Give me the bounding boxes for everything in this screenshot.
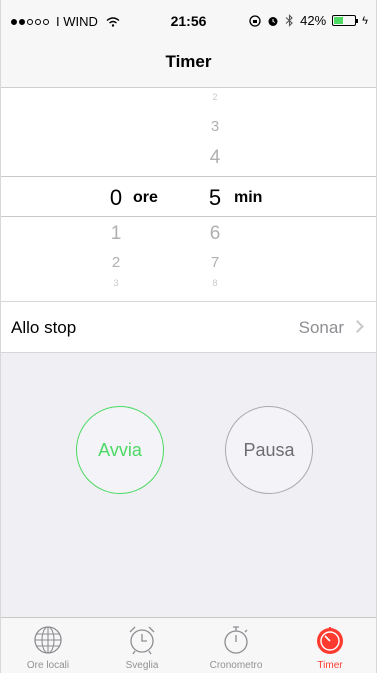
charging-icon: ϟ <box>362 14 368 27</box>
minutes-option: 4 <box>209 147 221 168</box>
globe-icon <box>34 626 62 654</box>
tab-label: Cronometro <box>209 660 263 671</box>
when-timer-ends-row[interactable]: Allo stop Sonar <box>1 301 376 353</box>
tab-timer[interactable]: Timer <box>283 618 376 673</box>
hours-selected: 0 <box>109 185 123 210</box>
hours-option: 2 <box>111 254 121 271</box>
picker-selection-band <box>1 176 376 217</box>
bluetooth-icon <box>285 14 293 27</box>
battery-percent: 42% <box>300 13 327 28</box>
phone-screen: I WIND 21:56 42% ϟ Timer 0 ore 1 2 3 2 3… <box>0 0 377 673</box>
nav-bar: Timer <box>1 36 376 88</box>
hours-option: 3 <box>113 278 119 288</box>
pause-button[interactable]: Pausa <box>225 406 313 494</box>
tab-label: Sveglia <box>125 660 159 671</box>
minutes-unit-label: min <box>234 189 263 206</box>
minutes-option: 7 <box>210 254 220 271</box>
tab-alarm[interactable]: Sveglia <box>95 618 189 673</box>
start-button[interactable]: Avvia <box>76 406 164 494</box>
minutes-selected: 5 <box>208 185 222 210</box>
status-right: 42% ϟ <box>249 13 368 28</box>
stopwatch-icon <box>224 626 248 654</box>
when-timer-ends-label: Allo stop <box>11 318 77 337</box>
minutes-option: 2 <box>212 92 218 102</box>
alarm-clock-icon <box>129 626 155 655</box>
duration-picker[interactable]: 0 ore 1 2 3 2 3 4 5 min 6 7 8 <box>1 88 376 301</box>
alarm-icon <box>268 16 278 26</box>
tab-stopwatch[interactable]: Cronometro <box>189 618 283 673</box>
tab-label: Ore locali <box>26 660 70 671</box>
timer-icon <box>317 627 343 654</box>
status-bar: I WIND 21:56 42% ϟ <box>1 0 376 36</box>
chevron-right-icon <box>351 320 364 333</box>
rotation-lock-icon <box>249 14 261 27</box>
tab-world-clock[interactable]: Ore locali <box>1 618 95 673</box>
tab-label: Timer <box>317 660 343 671</box>
tab-bar: Ore locali Sveglia Cronometro Timer <box>1 617 376 673</box>
selected-sound-value: Sonar <box>298 318 344 337</box>
page-title: Timer <box>165 52 212 71</box>
minutes-option: 8 <box>212 278 218 288</box>
timer-controls: Avvia Pausa <box>1 353 376 617</box>
hours-unit-label: ore <box>133 189 158 206</box>
hours-option: 1 <box>110 223 122 244</box>
minutes-option: 3 <box>210 118 220 135</box>
minutes-option: 6 <box>209 223 221 244</box>
battery-icon <box>332 15 359 26</box>
